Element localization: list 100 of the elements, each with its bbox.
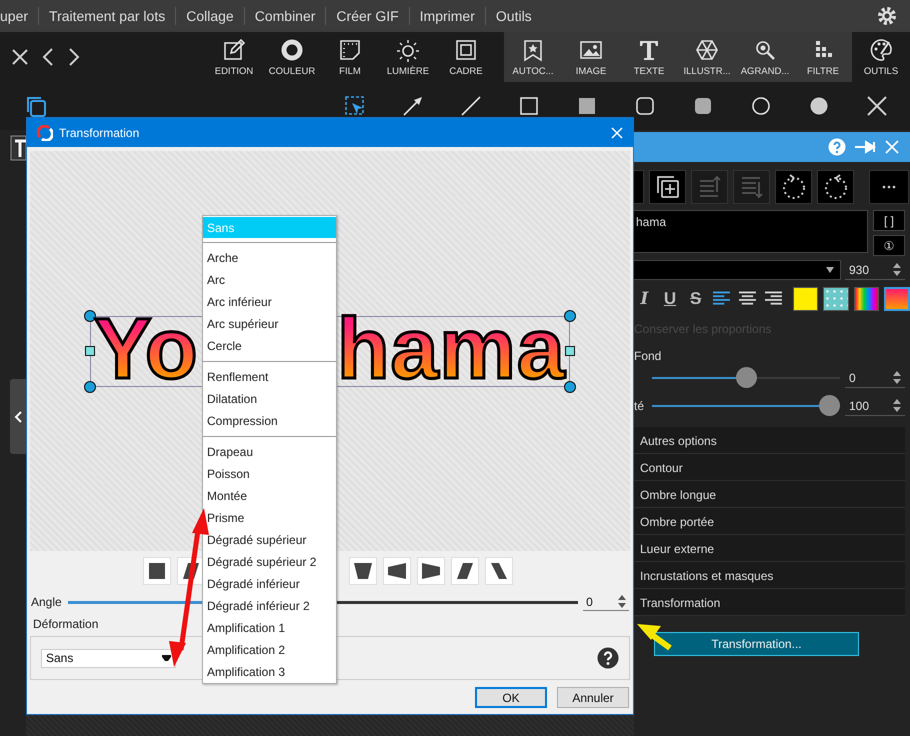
shape-button[interactable] — [349, 557, 377, 585]
menu-item[interactable]: uper — [0, 7, 40, 25]
tool-button[interactable]: TEXTE — [620, 32, 678, 82]
menu-option[interactable]: Dégradé inférieur — [203, 573, 336, 595]
line-icon[interactable] — [459, 94, 483, 118]
text-field[interactable]: hama — [634, 210, 868, 253]
tool-button[interactable]: LUMIÈRE — [379, 32, 437, 82]
tool-button[interactable]: EDITION — [205, 32, 263, 82]
resize-handle[interactable] — [85, 346, 95, 356]
menu-option[interactable]: Arc inférieur — [203, 291, 336, 313]
text-style-button[interactable]: U — [660, 289, 680, 309]
fill-swatch[interactable] — [854, 287, 880, 311]
deformation-dropdown[interactable]: Sans — [41, 648, 176, 668]
slider-thumb[interactable] — [819, 395, 840, 416]
section-header[interactable]: Contour — [634, 454, 905, 481]
menu-option[interactable]: Montée — [203, 485, 336, 507]
section-header[interactable]: Autres options — [634, 427, 905, 454]
resize-handle[interactable] — [565, 346, 575, 356]
menu-option[interactable]: Drapeau — [203, 441, 336, 463]
menu-option[interactable]: Cercle — [203, 335, 336, 357]
slider-thumb[interactable] — [736, 367, 756, 388]
font-size-field[interactable]: 930 — [845, 260, 905, 280]
selection-icon[interactable] — [343, 94, 367, 118]
circle-icon[interactable] — [749, 94, 773, 118]
menu-option[interactable]: Arc — [203, 269, 336, 291]
pin-icon[interactable] — [854, 139, 876, 155]
icon-button[interactable] — [649, 170, 686, 204]
tool-button[interactable]: ILLUSTR... — [678, 32, 736, 82]
help-icon[interactable] — [597, 647, 619, 669]
shape-button[interactable] — [143, 557, 171, 585]
icon-button[interactable] — [775, 170, 812, 204]
tool-button[interactable]: OUTILS — [852, 32, 910, 82]
dialog-button[interactable]: Annuler — [557, 687, 629, 708]
menu-item[interactable]: Créer GIF — [326, 7, 410, 25]
resize-handle[interactable] — [564, 381, 576, 393]
menu-item[interactable]: Imprimer — [410, 7, 486, 25]
close-icon[interactable] — [10, 47, 30, 67]
settings-icon[interactable] — [876, 5, 898, 27]
square-icon[interactable] — [517, 94, 541, 118]
shape-button[interactable] — [485, 557, 513, 585]
spinner-arrows-icon[interactable] — [893, 371, 901, 384]
menu-item[interactable]: Combiner — [244, 7, 326, 25]
shape-button[interactable] — [417, 557, 445, 585]
tool-button[interactable]: AGRAND... — [736, 32, 794, 82]
collapse-tab[interactable] — [10, 379, 26, 454]
menu-option[interactable]: Compression — [203, 410, 336, 432]
menu-option[interactable]: Dégradé supérieur 2 — [203, 551, 336, 573]
section-header[interactable]: Lueur externe — [634, 535, 905, 562]
menu-option[interactable]: Arc supérieur — [203, 313, 336, 335]
copy-icon[interactable] — [24, 94, 48, 118]
menu-item[interactable]: Outils — [486, 7, 542, 25]
transformation-button[interactable]: Transformation... — [654, 632, 859, 656]
align-left-icon[interactable] — [713, 291, 730, 307]
fill-swatch[interactable] — [884, 287, 910, 311]
text-style-button[interactable]: I — [634, 289, 655, 309]
text-tool-icon[interactable] — [10, 135, 26, 161]
menu-item[interactable]: Collage — [176, 7, 245, 25]
tool-button[interactable]: FILM — [321, 32, 379, 82]
shape-button[interactable] — [451, 557, 479, 585]
tool-button[interactable]: CADRE — [437, 32, 495, 82]
tool-button[interactable]: IMAGE — [562, 32, 620, 82]
value-field[interactable]: 0 — [845, 368, 905, 388]
fill-swatch[interactable] — [823, 287, 849, 311]
menu-option[interactable]: Dégradé supérieur — [203, 529, 336, 551]
menu-option[interactable]: Amplification 3 — [203, 661, 336, 683]
section-header[interactable]: Transformation — [634, 589, 905, 616]
menu-option[interactable]: Poisson — [203, 463, 336, 485]
shape-button[interactable] — [383, 557, 411, 585]
menu-option[interactable]: Prisme — [203, 507, 336, 529]
align-center-icon[interactable] — [738, 291, 756, 307]
section-header[interactable]: Incrustations et masques — [634, 562, 905, 589]
section-header[interactable]: Ombre portée — [634, 508, 905, 535]
section-header[interactable]: Ombre longue — [634, 481, 905, 508]
dialog-button[interactable]: OK — [475, 687, 547, 708]
close-icon[interactable] — [865, 94, 889, 118]
resize-handle[interactable] — [84, 310, 96, 322]
menu-option[interactable]: Amplification 2 — [203, 639, 336, 661]
value-field[interactable]: 100 — [845, 396, 905, 416]
resize-handle[interactable] — [564, 310, 576, 322]
menu-item[interactable]: Traitement par lots — [39, 7, 176, 25]
tool-button[interactable]: AUTOC... — [504, 32, 562, 82]
menu-option[interactable]: Dilatation — [203, 388, 336, 410]
bracket-button[interactable]: [ ] — [873, 210, 905, 231]
menu-option[interactable]: Arche — [203, 247, 336, 269]
icon-button[interactable] — [817, 170, 854, 204]
menu-option[interactable]: Amplification 1 — [203, 617, 336, 639]
arrow-icon[interactable] — [401, 94, 425, 118]
align-right-icon[interactable] — [764, 291, 782, 307]
tool-button[interactable]: FILTRE — [794, 32, 852, 82]
spinner-arrows-icon[interactable] — [893, 399, 901, 412]
spinner-arrows-icon[interactable] — [618, 595, 626, 608]
spinner-arrows-icon[interactable] — [893, 263, 901, 276]
fill-swatch[interactable] — [792, 287, 818, 311]
tool-button[interactable]: COULEUR — [263, 32, 321, 82]
menu-option[interactable]: Renflement — [203, 366, 336, 388]
rounded-square-icon[interactable] — [633, 94, 657, 118]
menu-option[interactable]: Dégradé inférieur 2 — [203, 595, 336, 617]
angle-field[interactable]: 0 — [583, 594, 629, 610]
number-button[interactable]: ① — [873, 235, 905, 256]
text-style-button[interactable]: S — [685, 289, 706, 309]
